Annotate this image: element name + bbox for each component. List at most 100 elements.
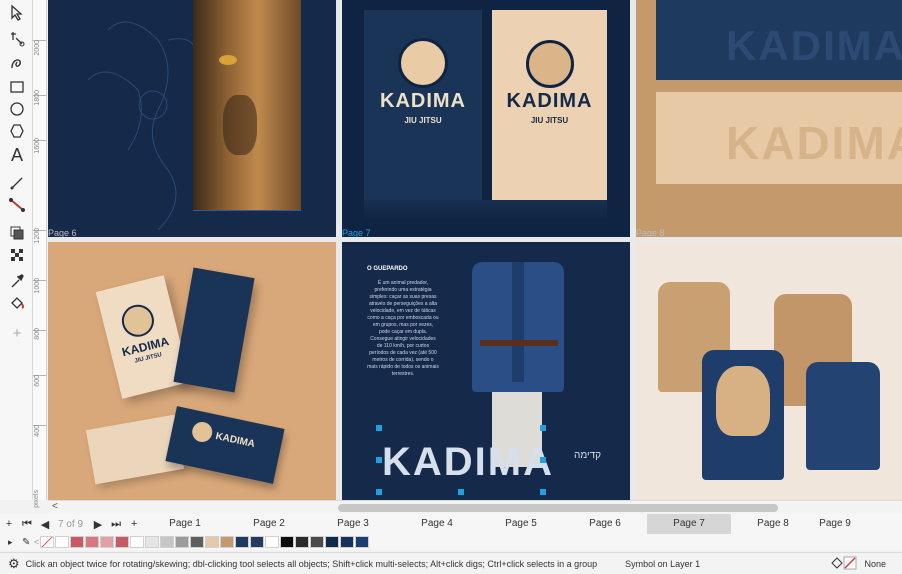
selection-handle[interactable] (540, 425, 546, 431)
scrollbar-thumb[interactable] (338, 504, 778, 512)
tan-poster: KADIMA JIU JITSU (492, 10, 607, 200)
toolbox: A + (0, 0, 33, 500)
color-swatch[interactable] (205, 536, 219, 548)
navy-banner: KADIMA (656, 0, 902, 80)
kimono-artboard[interactable]: O GUEPARDO É um animal predador, preferi… (342, 242, 630, 500)
gear-icon[interactable]: ⚙ (8, 556, 20, 572)
scroll-left-icon[interactable]: < (52, 501, 58, 512)
banner-brand: KADIMA (726, 22, 902, 69)
kimono-jacket (472, 262, 564, 392)
canvas[interactable]: Page 6 KADIMA JIU JITSU KADIMA JIU JITSU… (48, 0, 902, 500)
ruler-label: 600 (34, 375, 41, 387)
banner-brand: KADIMA (726, 117, 902, 169)
color-swatch[interactable] (250, 536, 264, 548)
dropper-tool-icon[interactable] (6, 270, 28, 292)
gi-brand: KADIMA (382, 440, 554, 484)
color-swatch[interactable] (190, 536, 204, 548)
selection-handle[interactable] (540, 489, 546, 495)
cheetah-logo-icon (398, 38, 448, 88)
swatch-list (55, 536, 370, 548)
bezier-tool-icon[interactable] (6, 194, 28, 216)
tab-page-8[interactable]: Page 8 (731, 514, 815, 534)
color-swatch[interactable] (100, 536, 114, 548)
add-page-icon[interactable]: + (0, 518, 18, 530)
business-cards-artboard[interactable]: KADIMA JIU JITSU KADIMA (48, 242, 336, 500)
add-tool-icon[interactable]: + (6, 322, 28, 344)
business-card-flat-back: KADIMA (165, 406, 285, 484)
tab-page-1[interactable]: Page 1 (143, 514, 227, 534)
poster-brand: KADIMA (380, 90, 466, 112)
card-brand: KADIMA (214, 430, 256, 451)
fill-indicator-icon[interactable] (830, 556, 858, 572)
color-swatch[interactable] (355, 536, 369, 548)
pen-tool-icon[interactable] (6, 172, 28, 194)
no-color-swatch[interactable] (40, 536, 54, 548)
app-window: A + 2000 1800 1600 1200 1000 800 600 400… (0, 0, 902, 574)
polygon-tool-icon[interactable] (6, 120, 28, 142)
ruler-label: 2000 (34, 40, 41, 56)
tab-page-9[interactable]: Page 9 (815, 514, 855, 534)
color-swatch[interactable] (340, 536, 354, 548)
page-6-artboard[interactable]: Page 6 (48, 0, 336, 237)
first-page-icon[interactable]: ⏮ (18, 518, 36, 531)
ellipse-tool-icon[interactable] (6, 98, 28, 120)
color-swatch[interactable] (55, 536, 69, 548)
tab-page-4[interactable]: Page 4 (395, 514, 479, 534)
ruler-label: 1800 (34, 90, 41, 106)
add-page-end-icon[interactable]: + (125, 518, 143, 530)
horizontal-scrollbar[interactable]: < (48, 500, 902, 514)
rectangle-tool-icon[interactable] (6, 76, 28, 98)
last-page-icon[interactable]: ⏭ (107, 518, 125, 531)
tan-banner: KADIMA (656, 92, 902, 184)
next-page-icon[interactable]: ▶ (89, 518, 107, 531)
page-7-artboard[interactable]: KADIMA JIU JITSU KADIMA JIU JITSU Page 7 (342, 0, 630, 237)
selection-handle[interactable] (458, 489, 464, 495)
palette-scroll-left-icon[interactable]: < (34, 537, 39, 547)
page-label: Page 8 (636, 228, 665, 237)
color-swatch[interactable] (220, 536, 234, 548)
color-swatch[interactable] (175, 536, 189, 548)
color-swatch[interactable] (145, 536, 159, 548)
pattern-tool-icon[interactable] (6, 244, 28, 266)
status-bar: ⚙ Click an object twice for rotating/ske… (0, 552, 902, 574)
color-swatch[interactable] (130, 536, 144, 548)
selection-handle[interactable] (376, 425, 382, 431)
page-8-artboard[interactable]: KADIMA KADIMA Page 8 (636, 0, 902, 237)
palette-menu-icon[interactable]: ▸ (8, 537, 13, 548)
selector-tool-icon[interactable] (6, 2, 28, 24)
article-title: O GUEPARDO (367, 266, 408, 272)
color-swatch[interactable] (85, 536, 99, 548)
page-label: Page 6 (48, 228, 77, 237)
selection-handle[interactable] (540, 457, 546, 463)
color-swatch[interactable] (160, 536, 174, 548)
color-swatch[interactable] (280, 536, 294, 548)
color-swatch[interactable] (70, 536, 84, 548)
clone-tool-icon[interactable] (6, 222, 28, 244)
text-tool-icon[interactable]: A (6, 144, 28, 166)
tweak-tool-icon[interactable] (6, 52, 28, 74)
selection-handle[interactable] (376, 489, 382, 495)
color-swatch[interactable] (295, 536, 309, 548)
page-label-active: Page 7 (342, 228, 371, 237)
color-swatch[interactable] (265, 536, 279, 548)
selection-handle[interactable] (376, 457, 382, 463)
node-tool-icon[interactable] (6, 28, 28, 50)
poster-brand: KADIMA (506, 90, 593, 112)
cheetah-logo-icon (526, 40, 574, 88)
tab-page-2[interactable]: Page 2 (227, 514, 311, 534)
palette-dropper-icon[interactable]: ✎ (22, 537, 30, 548)
tab-page-6[interactable]: Page 6 (563, 514, 647, 534)
tab-page-3[interactable]: Page 3 (311, 514, 395, 534)
prev-page-icon[interactable]: ◀ (36, 518, 54, 531)
color-swatch[interactable] (325, 536, 339, 548)
business-card-back (173, 267, 255, 393)
color-swatch[interactable] (310, 536, 324, 548)
paint-bucket-icon[interactable] (6, 292, 28, 314)
color-swatch[interactable] (115, 536, 129, 548)
tab-page-5[interactable]: Page 5 (479, 514, 563, 534)
navy-poster: KADIMA JIU JITSU (364, 10, 482, 200)
color-swatch[interactable] (235, 536, 249, 548)
tab-page-7[interactable]: Page 7 (647, 514, 732, 534)
article-body: É um animal predador, preferindo uma est… (367, 280, 439, 377)
rashguard-artboard[interactable] (636, 242, 902, 500)
